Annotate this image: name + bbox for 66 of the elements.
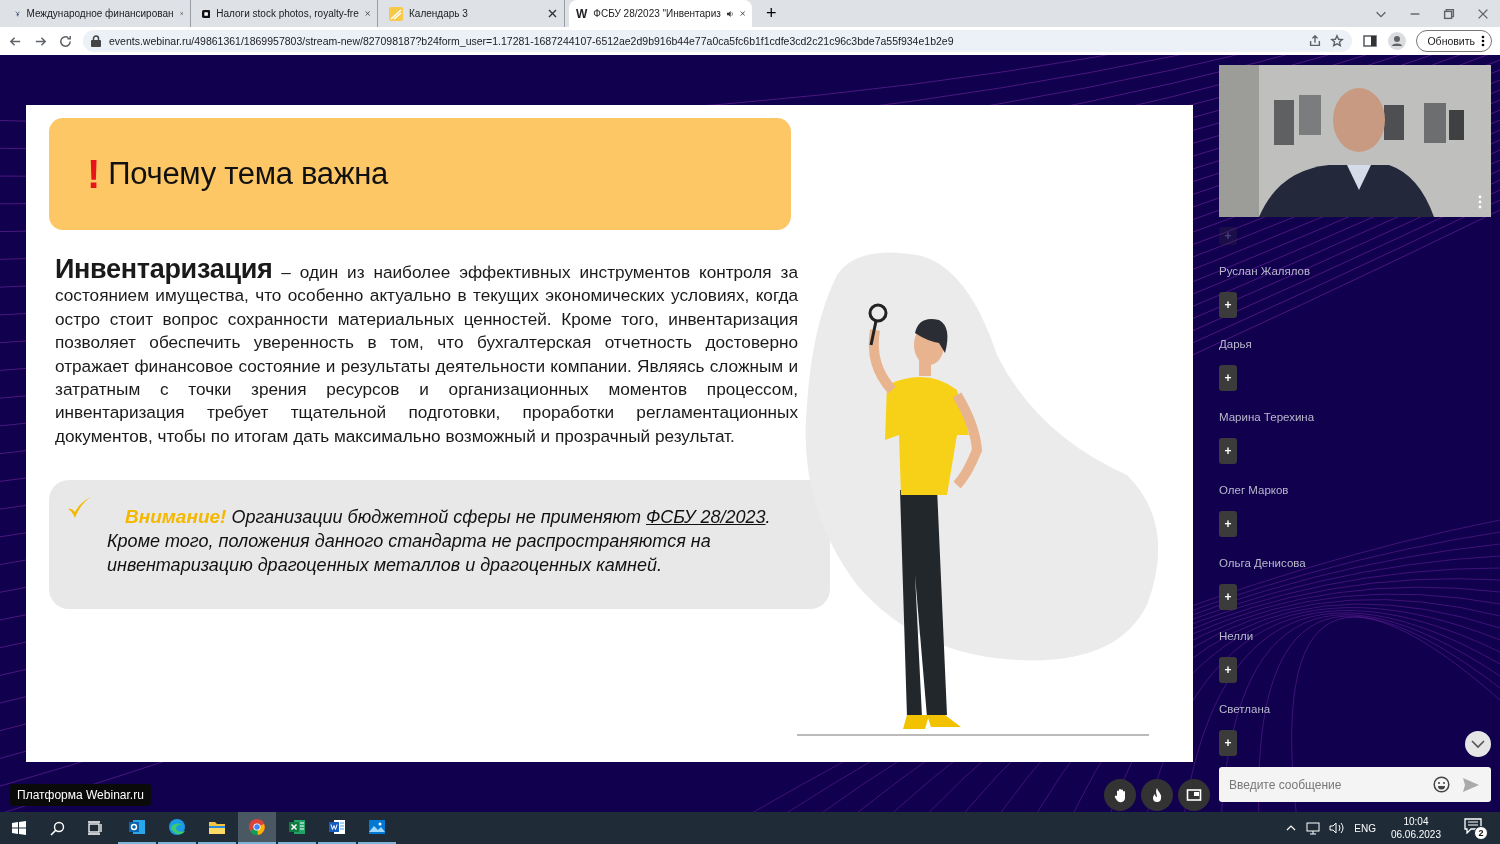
calendar-icon: [389, 6, 403, 21]
participant-name: Олег Марков: [1219, 483, 1289, 497]
chrome-icon: [247, 817, 267, 837]
add-button[interactable]: +: [1219, 584, 1237, 610]
lock-icon: [91, 35, 101, 47]
more-icon[interactable]: [1481, 35, 1485, 47]
mail-app-icon: [127, 817, 147, 837]
scroll-down-button[interactable]: [1465, 731, 1491, 757]
message-icon: [1464, 818, 1482, 834]
add-button[interactable]: +: [1219, 292, 1237, 318]
note-text: Внимание! Организации бюджетной сферы не применяют ФСБУ 28/2023. Кроме того, положения данного стандарта не распространяются на инвентаризацию драгоценных металлов и драгоценных камней.: [107, 505, 772, 578]
emoji-icon[interactable]: [1433, 776, 1450, 793]
photos-app-icon: [367, 817, 387, 837]
add-button[interactable]: +: [1219, 438, 1237, 464]
profile-icon[interactable]: [1388, 32, 1407, 50]
browser-tab[interactable]: W ФСБУ 28/2023 "Инвентариз: [569, 0, 752, 27]
update-button[interactable]: Обновить: [1416, 30, 1492, 52]
network-icon[interactable]: [1305, 821, 1321, 835]
star-icon[interactable]: [1330, 34, 1345, 48]
notification-button[interactable]: 2: [1464, 818, 1486, 838]
language-indicator[interactable]: ENG: [1354, 822, 1376, 834]
task-view-icon[interactable]: [87, 821, 103, 835]
raise-hand-button[interactable]: [1104, 779, 1136, 811]
chevron-up-icon[interactable]: [1286, 825, 1297, 831]
site-logo-icon: W: [576, 6, 588, 21]
add-button[interactable]: +: [1219, 730, 1237, 756]
url-text: events.webinar.ru/49861361/1869957803/stream-new/827098187?b24form_user=1.17281-1687244107-6512ae2d9b916b44e77a0ca5fc6b1f1cdfe3cd2c21c96c3bde7a55f934e1b2e9: [109, 35, 955, 47]
participant-name: Светлана: [1219, 702, 1271, 716]
paragraph: Инвентаризация – один из наиболее эффективных инструментов контроля за состоянием имущества, что особенно актуально в текущих экономических условиях, когда остро стоит вопрос сохранности материальных ценностей. Кроме того, инвентаризация позволяет обеспечить уверенность в том, что бухгалтерская отчетность достоверно отражает финансовое состояние и результаты деятельности компании. Являясь сложным и затратным с точки зрения ресурсов и организационных моментов процессом, инвентаризация требует тщательной подготовки, проработки регламентационных документов, чтобы по итогам дать максимально возможный и прозрачный результат.: [55, 258, 798, 448]
new-tab-button[interactable]: +: [766, 2, 777, 24]
slide-title: Почему тема важна: [108, 156, 388, 192]
close-icon[interactable]: [739, 9, 745, 18]
document-app-icon: [327, 817, 347, 837]
picture-in-picture-icon: [1186, 787, 1202, 803]
participant-name: Нелли: [1219, 629, 1254, 643]
close-icon[interactable]: [364, 9, 370, 18]
message-field[interactable]: Введите сообщение: [1219, 767, 1491, 802]
windows-start-icon[interactable]: [12, 821, 26, 835]
share-icon[interactable]: [1308, 34, 1323, 48]
exclamation-mark: !: [87, 154, 101, 194]
speaker-icon[interactable]: [726, 8, 734, 19]
volume-icon[interactable]: [1329, 822, 1346, 834]
address-bar[interactable]: events.webinar.ru/49861361/1869957803/stream-new/827098187?b24form_user=1.17281-1687244107-6512ae2d9b916b44e77a0ca5fc6b1f1cdfe3cd2c21c96c3bde7a55f934e1b2e9: [83, 30, 1353, 52]
participant-name: Марина Терехина: [1219, 410, 1315, 424]
browser-wave-icon: [167, 817, 187, 837]
spreadsheet-app-icon: [287, 817, 307, 837]
reload-icon[interactable]: [58, 33, 73, 49]
participant-name: Дарья: [1219, 337, 1252, 351]
close-icon[interactable]: [548, 9, 557, 18]
picture-in-picture-button[interactable]: [1178, 779, 1210, 811]
standard-link[interactable]: ФСБУ 28/2023: [646, 507, 766, 528]
search-icon[interactable]: [49, 820, 65, 836]
clock-date[interactable]: 06.06.2023: [1390, 829, 1441, 840]
flame-button[interactable]: [1141, 779, 1173, 811]
add-button[interactable]: +: [1219, 657, 1237, 683]
chevron-down-icon: [1471, 739, 1485, 749]
restore-icon[interactable]: [1442, 6, 1456, 21]
notification-badge: 2: [1474, 826, 1488, 840]
clock-time[interactable]: 10:04: [1403, 816, 1429, 827]
raise-hand-icon: [1112, 787, 1128, 803]
add-button[interactable]: +: [1219, 511, 1237, 537]
side-panel-icon[interactable]: [1362, 33, 1379, 49]
add-button[interactable]: +: [1219, 365, 1237, 391]
participant-name: Ольга Денисова: [1219, 556, 1306, 570]
participant-name: Руслан Жалялов: [1219, 264, 1311, 278]
platform-label: Платформа Webinar.ru: [10, 784, 151, 806]
